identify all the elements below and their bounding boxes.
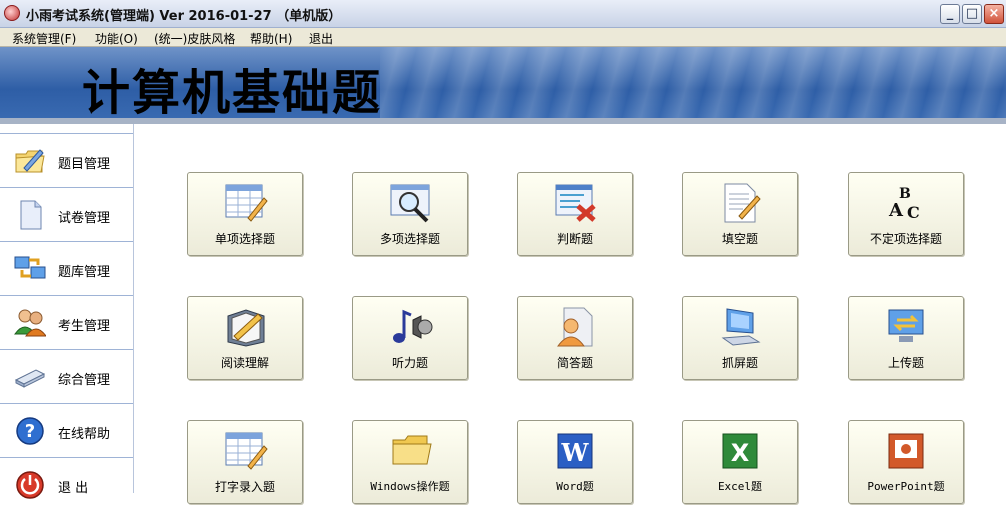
music-speaker-icon bbox=[393, 309, 433, 343]
maximize-button[interactable]: □ bbox=[962, 4, 982, 24]
magnifier-window-icon bbox=[390, 184, 430, 223]
network-computers-icon bbox=[14, 256, 46, 279]
minimize-button[interactable]: _ bbox=[940, 4, 960, 24]
sidebar-item-label: 退 出 bbox=[58, 481, 89, 496]
menu-system[interactable]: 系统管理(F) bbox=[12, 30, 76, 47]
person-document-icon bbox=[557, 307, 593, 347]
tile-reading[interactable]: 阅读理解 bbox=[187, 296, 303, 380]
tile-screenshot[interactable]: 抓屏题 bbox=[682, 296, 798, 380]
users-icon bbox=[14, 309, 46, 337]
tile-label: Word题 bbox=[556, 480, 594, 493]
document-pencil-icon bbox=[724, 183, 761, 223]
tile-label: 填空题 bbox=[721, 232, 758, 246]
tile-multi-choice[interactable]: 多项选择题 bbox=[352, 172, 468, 256]
grid-pencil-icon bbox=[225, 432, 268, 470]
sidebar: 题目管理 试卷管理 题库管理 考生管理 综合管理 ? 在线帮助 退 出 bbox=[0, 124, 134, 499]
tile-label: 单项选择题 bbox=[214, 232, 275, 246]
menu-function[interactable]: 功能(O) bbox=[95, 30, 138, 47]
powerpoint-icon bbox=[888, 433, 924, 469]
header-banner: 计算机基础题 bbox=[0, 47, 1006, 124]
tile-powerpoint[interactable]: PowerPoint题 bbox=[848, 420, 964, 504]
banner-sheen bbox=[380, 47, 1006, 124]
tile-label: Windows操作题 bbox=[370, 480, 450, 493]
svg-text:A: A bbox=[888, 200, 904, 221]
sidebar-item-papers[interactable]: 试卷管理 bbox=[0, 187, 133, 241]
menu-exit[interactable]: 退出 bbox=[309, 30, 333, 47]
tile-short-answer[interactable]: 简答题 bbox=[517, 296, 633, 380]
sidebar-item-label: 试卷管理 bbox=[58, 211, 111, 226]
tile-excel[interactable]: X Excel题 bbox=[682, 420, 798, 504]
tile-listening[interactable]: 听力题 bbox=[352, 296, 468, 380]
tile-label: 多项选择题 bbox=[379, 232, 440, 246]
tile-label: 阅读理解 bbox=[220, 356, 269, 370]
book-pencil-icon bbox=[227, 309, 265, 347]
scanner-icon bbox=[14, 369, 46, 388]
sidebar-item-label: 考生管理 bbox=[58, 319, 111, 334]
sidebar-item-label: 综合管理 bbox=[58, 373, 111, 388]
tile-label: PowerPoint题 bbox=[867, 480, 945, 493]
tile-single-choice[interactable]: 单项选择题 bbox=[187, 172, 303, 256]
document-icon bbox=[20, 200, 42, 230]
abc-letters-icon: B A C bbox=[888, 186, 920, 222]
sidebar-item-questions[interactable]: 题目管理 bbox=[0, 133, 133, 187]
sidebar-item-help[interactable]: ? 在线帮助 bbox=[0, 403, 133, 457]
word-icon: W bbox=[557, 433, 593, 469]
excel-icon: X bbox=[722, 433, 758, 469]
folder-icon bbox=[392, 435, 432, 465]
tile-label: 抓屏题 bbox=[721, 356, 758, 370]
sidebar-item-label: 在线帮助 bbox=[58, 427, 111, 442]
grid-pencil-icon bbox=[225, 184, 268, 222]
tile-label: 简答题 bbox=[556, 356, 593, 370]
power-icon bbox=[16, 471, 44, 499]
svg-text:C: C bbox=[907, 203, 920, 222]
sidebar-item-exit[interactable]: 退 出 bbox=[0, 457, 133, 511]
window-title: 小雨考试系统(管理端) Ver 2016-01-27 （单机版） bbox=[26, 9, 342, 24]
help-icon: ? bbox=[16, 417, 44, 445]
title-bar: 小雨考试系统(管理端) Ver 2016-01-27 （单机版） _ □ × bbox=[0, 0, 1006, 28]
tile-label: Excel题 bbox=[717, 480, 763, 493]
sidebar-item-label: 题目管理 bbox=[58, 157, 111, 172]
tile-upload[interactable]: 上传题 bbox=[848, 296, 964, 380]
tile-label: 打字录入题 bbox=[214, 480, 275, 494]
svg-text:W: W bbox=[561, 438, 590, 467]
tile-indefinite-choice[interactable]: B A C 不定项选择题 bbox=[848, 172, 964, 256]
tile-label: 听力题 bbox=[391, 356, 428, 370]
question-type-grid: 单项选择题 多项选择题 判断题 填空题 B A C 不定项选择题 阅读理解 听力… bbox=[134, 124, 1006, 504]
tile-typing[interactable]: 打字录入题 bbox=[187, 420, 303, 504]
menu-bar: 系统管理(F) 功能(O) (统一)皮肤风格 帮助(H) 退出 bbox=[0, 28, 1006, 47]
folder-pencil-icon bbox=[15, 149, 45, 173]
sidebar-item-general[interactable]: 综合管理 bbox=[0, 349, 133, 403]
page-title: 计算机基础题 bbox=[82, 65, 383, 121]
tile-fill-blank[interactable]: 填空题 bbox=[682, 172, 798, 256]
app-logo-icon bbox=[4, 5, 20, 21]
svg-text:X: X bbox=[731, 439, 750, 467]
monitor-transfer-icon bbox=[888, 309, 924, 342]
sidebar-item-examinees[interactable]: 考生管理 bbox=[0, 295, 133, 349]
window-cross-icon bbox=[555, 184, 596, 222]
tile-label: 上传题 bbox=[887, 356, 924, 370]
tile-word[interactable]: W Word题 bbox=[517, 420, 633, 504]
sidebar-item-bank[interactable]: 题库管理 bbox=[0, 241, 133, 295]
tile-windows-ops[interactable]: Windows操作题 bbox=[352, 420, 468, 504]
tile-true-false[interactable]: 判断题 bbox=[517, 172, 633, 256]
sidebar-item-label: 题库管理 bbox=[58, 265, 111, 280]
menu-help[interactable]: 帮助(H) bbox=[250, 30, 292, 47]
tile-label: 不定项选择题 bbox=[869, 232, 942, 246]
close-button[interactable]: × bbox=[984, 4, 1004, 24]
menu-skin[interactable]: (统一)皮肤风格 bbox=[154, 30, 235, 47]
svg-text:?: ? bbox=[25, 421, 35, 442]
monitor-keyboard-icon bbox=[721, 308, 761, 346]
tile-label: 判断题 bbox=[556, 232, 593, 246]
